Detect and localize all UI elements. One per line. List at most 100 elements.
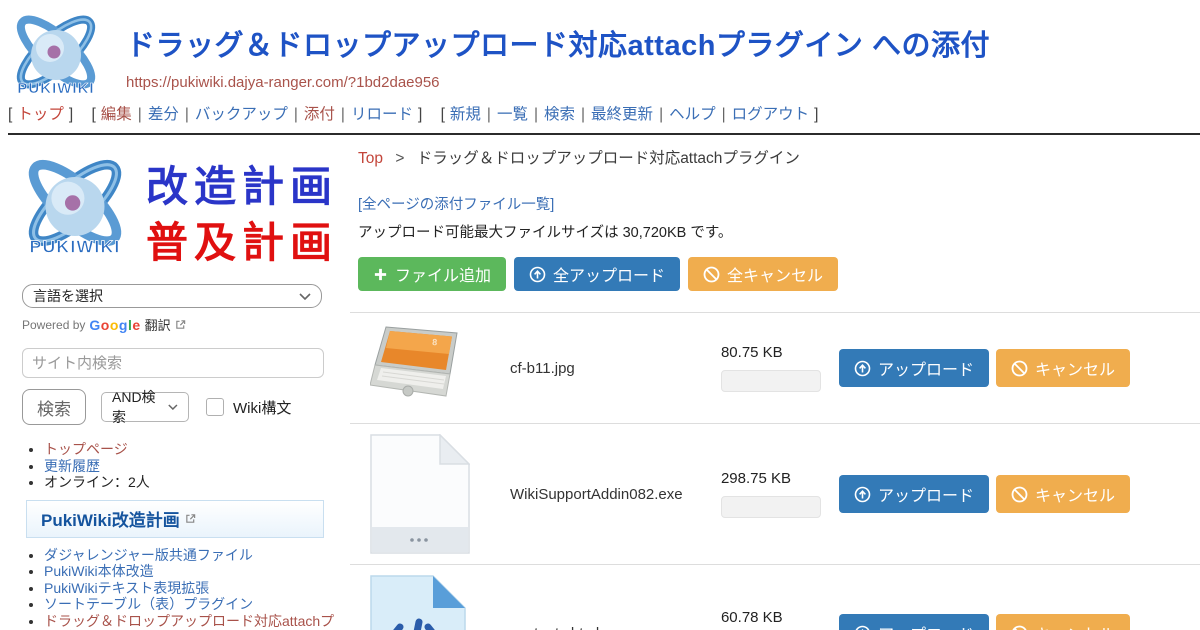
- html-file-icon: [370, 575, 466, 630]
- list-item: オンライン：2人: [44, 474, 340, 491]
- search-controls: 検索 AND検索 Wiki構文: [22, 389, 340, 425]
- cancel-all-button[interactable]: 全キャンセル: [688, 257, 838, 291]
- separator: |: [659, 106, 663, 123]
- upload-all-button[interactable]: 全アップロード: [514, 257, 680, 291]
- nav-logout-link[interactable]: ログアウト: [732, 106, 810, 123]
- nav-diff-link[interactable]: 差分: [148, 106, 179, 123]
- upload-file-button[interactable]: アップロード: [839, 349, 989, 387]
- sidebar: PUKIWIKI 改造計画 普及計画 言語を選択 Powered by Goog…: [0, 135, 348, 630]
- file-name: cf-b11.jpg: [510, 360, 721, 377]
- sidebar-link-common-files[interactable]: ダジャレンジャー版共通ファイル: [44, 547, 253, 563]
- breadcrumb-separator: >: [395, 150, 404, 167]
- upload-file-button[interactable]: アップロード: [839, 614, 989, 630]
- wiki-syntax-label: Wiki構文: [233, 397, 291, 418]
- file-name: contents.html: [510, 625, 721, 630]
- separator: |: [534, 106, 538, 123]
- upload-label: アップロード: [878, 356, 974, 380]
- all-attachments-link[interactable]: [全ページの添付ファイル一覧]: [358, 197, 554, 213]
- logo-brand-text: PUKIWIKI: [17, 80, 94, 97]
- powered-by-text: Powered by: [22, 318, 85, 332]
- bracket: ]: [418, 106, 422, 123]
- generic-file-icon: [370, 434, 470, 554]
- sidebar-site-logo[interactable]: PUKIWIKI 改造計画 普及計画: [14, 149, 330, 271]
- nav-recent-link[interactable]: 最終更新: [591, 106, 653, 123]
- online-count: オンライン：2人: [44, 474, 150, 490]
- upload-label: アップロード: [878, 482, 974, 506]
- upload-toolbar: ファイル追加 全アップロード 全キャンセル: [358, 257, 1200, 291]
- upload-circle-icon: [854, 486, 871, 503]
- ban-circle-icon: [1011, 625, 1028, 630]
- separator: |: [487, 106, 491, 123]
- file-size: 298.75 KB: [721, 470, 825, 487]
- search-mode-select[interactable]: AND検索: [101, 392, 189, 422]
- sidebar-section-header: PukiWiki改造計画: [26, 500, 324, 538]
- sidebar-main-links: ダジャレンジャー版共通ファイル PukiWiki本体改造 PukiWikiテキス…: [44, 547, 340, 630]
- wiki-syntax-checkbox[interactable]: [206, 398, 224, 416]
- upload-progress-bar: [721, 370, 821, 392]
- add-files-button[interactable]: ファイル追加: [358, 257, 506, 291]
- file-row: 8 cf-b11.jpg 80.75 KB: [350, 312, 1200, 423]
- cancel-file-button[interactable]: キャンセル: [996, 475, 1130, 513]
- cancel-file-button[interactable]: キャンセル: [996, 614, 1130, 630]
- separator: |: [341, 106, 345, 123]
- nav-backup-link[interactable]: バックアップ: [195, 106, 288, 123]
- list-item: ダジャレンジャー版共通ファイル: [44, 547, 340, 564]
- file-row: contents.html 60.78 KB アップロード: [350, 564, 1200, 630]
- bracket: [: [91, 106, 95, 123]
- separator: |: [185, 106, 189, 123]
- sidebar-link-core-mod[interactable]: PukiWiki本体改造: [44, 563, 154, 579]
- sidebar-link-sort-table[interactable]: ソートテーブル（表）プラグイン: [44, 596, 253, 612]
- page-title: ドラッグ＆ドロップアップロード対応attachプラグイン への添付: [126, 22, 990, 64]
- language-select[interactable]: 言語を選択: [22, 284, 322, 308]
- list-item: トップページ: [44, 441, 340, 458]
- nav-search-link[interactable]: 検索: [544, 106, 575, 123]
- site-search-input[interactable]: [22, 348, 324, 378]
- upload-label: アップロード: [878, 621, 974, 630]
- external-link-icon: [185, 513, 196, 524]
- search-mode-value: AND検索: [112, 387, 168, 427]
- separator: |: [294, 106, 298, 123]
- translate-link[interactable]: 翻訳: [145, 315, 171, 334]
- sidebar-link-dnd-attach[interactable]: ドラッグ＆ドロップアップロード対応attachプラグイン: [44, 613, 334, 630]
- cancel-label: キャンセル: [1035, 356, 1115, 380]
- sidebar-link-toppage[interactable]: トップページ: [44, 441, 128, 457]
- upload-progress-bar: [721, 496, 821, 518]
- laptop-photo-thumbnail: 8: [370, 323, 470, 413]
- ban-circle-icon: [1011, 486, 1028, 503]
- upload-circle-icon: [854, 360, 871, 377]
- ban-circle-icon: [703, 266, 720, 283]
- nav-attach-link[interactable]: 添付: [304, 106, 335, 123]
- nav-list-link[interactable]: 一覧: [497, 106, 528, 123]
- sidebar-link-history[interactable]: 更新履歴: [44, 458, 100, 474]
- sidebar-link-text-ext[interactable]: PukiWikiテキスト表現拡張: [44, 580, 209, 596]
- cancel-file-button[interactable]: キャンセル: [996, 349, 1130, 387]
- upload-queue-list: 8 cf-b11.jpg 80.75 KB: [350, 312, 1200, 630]
- nav-new-link[interactable]: 新規: [450, 106, 481, 123]
- list-item: PukiWikiテキスト表現拡張: [44, 580, 340, 597]
- plus-icon: [373, 267, 388, 282]
- page-url[interactable]: https://pukiwiki.dajya-ranger.com/?1bd2d…: [126, 74, 990, 91]
- nav-top-link[interactable]: トップ: [17, 106, 64, 123]
- pukiwiki-logo-icon[interactable]: PUKIWIKI: [6, 8, 106, 98]
- nav-reload-link[interactable]: リロード: [351, 106, 413, 123]
- logo-kanji-line2: 普及計画: [146, 219, 330, 266]
- upload-all-label: 全アップロード: [553, 262, 665, 286]
- list-item: PukiWiki本体改造: [44, 563, 340, 580]
- cancel-label: キャンセル: [1035, 621, 1115, 630]
- pukiwiki-kaizou-link[interactable]: PukiWiki改造計画: [41, 506, 180, 531]
- breadcrumb-current: ドラッグ＆ドロップアップロード対応attachプラグイン: [417, 150, 800, 167]
- breadcrumb: Top > ドラッグ＆ドロップアップロード対応attachプラグイン: [350, 146, 1200, 168]
- max-upload-size-text: アップロード可能最大ファイルサイズは 30,720KB です。: [358, 221, 1200, 242]
- google-translate-attribution: Powered by Google 翻訳: [22, 315, 340, 334]
- bracket: ]: [69, 106, 73, 123]
- nav-edit-link[interactable]: 編集: [101, 106, 132, 123]
- cancel-label: キャンセル: [1035, 482, 1115, 506]
- page-actions-nav: [トップ] [編集|差分|バックアップ|添付|リロード] [新規|一覧|検索|最…: [8, 102, 1200, 135]
- nav-help-link[interactable]: ヘルプ: [669, 106, 716, 123]
- breadcrumb-top-link[interactable]: Top: [358, 150, 383, 167]
- search-button[interactable]: 検索: [22, 389, 86, 425]
- external-link-icon: [175, 319, 186, 330]
- logo-kanji-line1: 改造計画: [146, 163, 330, 210]
- upload-circle-icon: [854, 625, 871, 630]
- upload-file-button[interactable]: アップロード: [839, 475, 989, 513]
